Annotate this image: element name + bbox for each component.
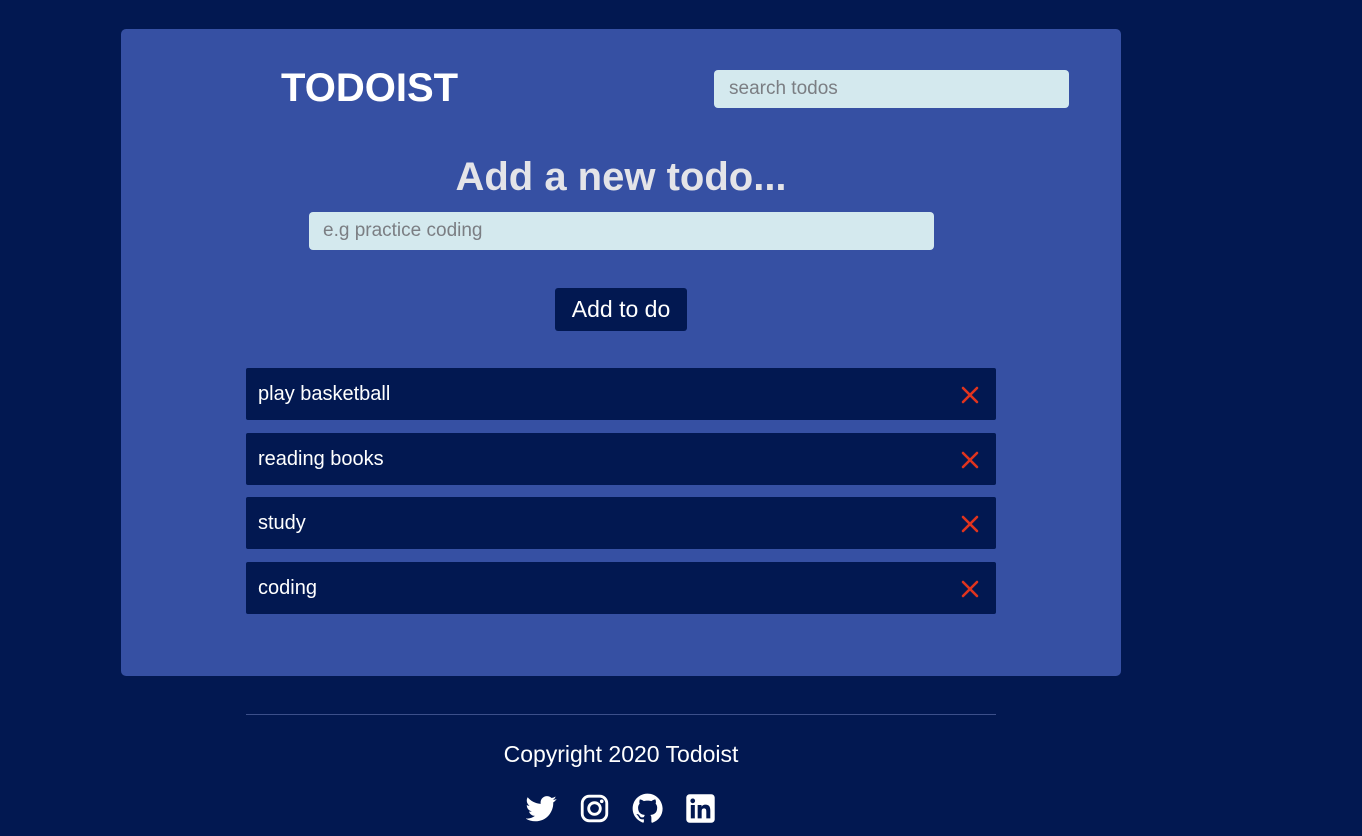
add-todo-heading: Add a new todo... — [455, 155, 787, 199]
github-icon — [632, 793, 663, 823]
todo-list: play basketball reading books study codi… — [246, 368, 996, 626]
todo-item: coding — [246, 561, 996, 614]
social-links — [526, 793, 716, 824]
todo-item: study — [246, 497, 996, 549]
todo-item: play basketball — [246, 368, 996, 420]
footer: Copyright 2020 Todoist — [246, 714, 996, 823]
copyright-text: Copyright 2020 Todoist — [503, 741, 739, 767]
todo-item: reading books — [246, 432, 996, 485]
close-icon[interactable] — [960, 450, 980, 470]
linkedin-icon — [686, 794, 715, 823]
search-input[interactable] — [714, 70, 1069, 108]
todo-card: TODOIST Add a new todo... Add to do play… — [121, 29, 1121, 676]
app-title: TODOIST — [281, 66, 459, 110]
close-icon[interactable] — [960, 385, 980, 405]
close-icon[interactable] — [960, 514, 980, 534]
todo-text: study — [258, 512, 306, 534]
todo-text: coding — [258, 576, 317, 599]
new-todo-input[interactable] — [309, 212, 934, 250]
github-link[interactable] — [632, 793, 663, 824]
close-icon[interactable] — [960, 579, 980, 599]
twitter-icon — [526, 796, 557, 822]
linkedin-link[interactable] — [685, 793, 716, 824]
add-todo-button[interactable]: Add to do — [555, 288, 687, 331]
todo-text: play basketball — [258, 383, 391, 405]
todo-text: reading books — [258, 447, 384, 470]
instagram-link[interactable] — [579, 793, 610, 824]
instagram-icon — [580, 794, 609, 823]
twitter-link[interactable] — [526, 793, 557, 824]
